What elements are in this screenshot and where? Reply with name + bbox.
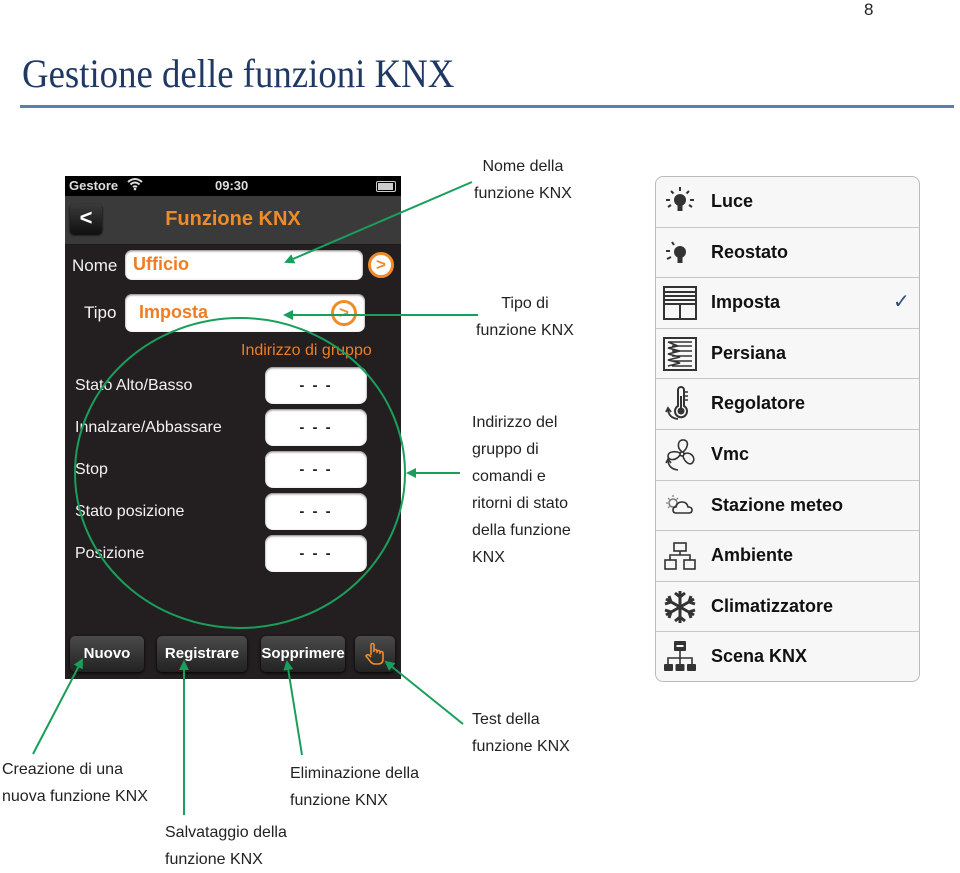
fan-icon: [662, 437, 698, 473]
address-label: Stato posizione: [75, 503, 185, 520]
list-item-persiana[interactable]: Persiana: [656, 329, 919, 380]
annotation-test: Test della funzione KNX: [472, 711, 570, 755]
name-value: Ufficio: [133, 254, 189, 274]
title-divider: [20, 105, 954, 108]
list-item-label: Reostato: [711, 241, 789, 262]
list-item-label: Stazione meteo: [711, 494, 844, 515]
address-label: Posizione: [75, 545, 145, 562]
weather-icon: [662, 488, 698, 524]
annotation-delete: Eliminazione della funzione KNX: [290, 765, 419, 809]
scene-network-icon: [662, 639, 698, 675]
function-type-list: Luce Reostato Imposta ✓ Persiana Regolat…: [655, 176, 920, 682]
type-label: Tipo: [84, 303, 117, 322]
dimmer-bulb-icon: [662, 235, 698, 271]
type-select[interactable]: Imposta >: [125, 294, 365, 332]
annotation-name: Nome della funzione KNX: [474, 158, 572, 202]
thermometer-icon: [662, 386, 698, 422]
page-number: 8: [864, 0, 874, 19]
annotation-group-address: Indirizzo del gruppo di comandi e ritorn…: [472, 414, 571, 566]
snowflake-icon: [662, 589, 698, 625]
wifi-icon: [127, 177, 143, 194]
address-label: Stop: [75, 461, 108, 478]
address-input[interactable]: - - -: [265, 451, 367, 488]
annotation-save: Salvataggio della funzione KNX: [165, 824, 287, 868]
new-button[interactable]: Nuovo: [70, 636, 144, 672]
list-item-vmc[interactable]: Vmc: [656, 430, 919, 481]
list-item-label: Luce: [711, 191, 754, 211]
list-item-label: Scena KNX: [711, 646, 808, 667]
delete-button[interactable]: Sopprimere: [261, 636, 345, 672]
list-item-label: Ambiente: [711, 545, 794, 566]
list-item-label: Imposta: [711, 292, 781, 313]
annotation-new: Creazione di una nuova funzione KNX: [2, 761, 148, 805]
list-item-scena-knx[interactable]: Scena KNX: [656, 632, 919, 681]
page-title: Gestione delle funzioni KNX: [22, 51, 455, 96]
list-item-label: Climatizzatore: [711, 595, 834, 616]
shutter-icon: [662, 285, 698, 321]
annotation-type: Tipo di funzione KNX: [476, 295, 574, 339]
save-button[interactable]: Registrare: [157, 636, 247, 672]
status-bar: Gestore 09:30: [65, 176, 401, 196]
battery-icon: [376, 181, 396, 192]
address-label: Innalzare/Abbassare: [75, 419, 222, 436]
address-input[interactable]: - - -: [265, 367, 367, 404]
light-bulb-icon: [662, 184, 698, 220]
hand-pointer-icon: [364, 642, 386, 671]
list-item-ambiente[interactable]: Ambiente: [656, 531, 919, 582]
carrier-label: Gestore: [69, 178, 119, 193]
name-input[interactable]: Ufficio: [125, 250, 363, 280]
rooms-icon: [662, 538, 698, 574]
address-input[interactable]: - - -: [265, 535, 367, 572]
list-item-label: Vmc: [711, 444, 750, 464]
name-confirm-button[interactable]: >: [368, 252, 394, 278]
list-item-label: Persiana: [711, 342, 787, 363]
name-label: Nome: [72, 256, 118, 275]
list-item-luce[interactable]: Luce: [656, 177, 919, 228]
list-item-regolatore[interactable]: Regolatore: [656, 379, 919, 430]
chevron-right-icon: >: [339, 303, 349, 322]
group-address-header: Indirizzo di gruppo: [241, 342, 372, 359]
list-item-label: Regolatore: [711, 393, 806, 414]
address-input[interactable]: - - -: [265, 409, 367, 446]
list-item-climatizzatore[interactable]: Climatizzatore: [656, 582, 919, 633]
list-item-reostato[interactable]: Reostato: [656, 228, 919, 279]
chevron-right-icon: >: [376, 255, 386, 274]
nav-bar: < Funzione KNX: [65, 196, 401, 245]
type-select-arrow[interactable]: >: [331, 300, 357, 326]
clock: 09:30: [215, 178, 249, 193]
test-button[interactable]: [355, 636, 395, 672]
checkmark-icon: ✓: [893, 291, 910, 314]
address-label: Stato Alto/Basso: [75, 377, 193, 394]
address-input[interactable]: - - -: [265, 493, 367, 530]
list-item-stazione-meteo[interactable]: Stazione meteo: [656, 481, 919, 532]
phone-screen: Gestore 09:30 < Funzione KNX Nome Uffici…: [65, 176, 401, 679]
screen-title: Funzione KNX: [165, 208, 301, 230]
blind-icon: [662, 336, 698, 372]
type-value: Imposta: [139, 302, 209, 322]
list-item-imposta[interactable]: Imposta ✓: [656, 278, 919, 329]
